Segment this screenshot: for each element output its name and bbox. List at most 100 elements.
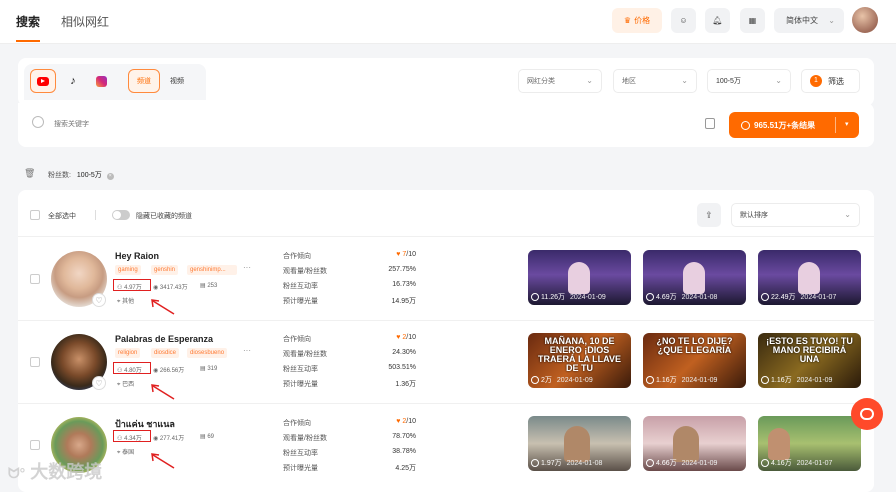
tab-similar-influencers[interactable]: 相似网红: [61, 13, 109, 30]
tag[interactable]: diosesbueno: [187, 348, 228, 358]
grid-icon: ▦: [748, 16, 757, 25]
save-search-icon[interactable]: [705, 118, 715, 129]
chat-icon: ☺: [679, 16, 688, 25]
video-meta: 2万 2024-01-09: [531, 375, 593, 385]
region-select[interactable]: 地区 ⌄: [613, 69, 697, 93]
video-meta: 1.16万 2024-01-09: [761, 375, 832, 385]
caret-down-icon[interactable]: ▾: [845, 120, 849, 128]
video-type-button[interactable]: 视频: [166, 69, 188, 93]
hide-collected-toggle[interactable]: [112, 210, 130, 220]
bell-icon: 🔔︎: [712, 16, 723, 25]
divider: [18, 236, 874, 237]
results-count-label: 965.51万+条结果: [754, 120, 816, 130]
instagram-platform-button[interactable]: [90, 69, 112, 93]
price-button[interactable]: ♛ 价格: [612, 8, 662, 33]
top-bar: 搜索 相似网红 ♛ 价格 ☺ 🔔︎ ▦ 简体中文 ⌄: [0, 0, 896, 44]
dropdown-divider: [835, 117, 836, 133]
chip-value: 100-5万: [76, 172, 102, 179]
tiktok-platform-button[interactable]: ♪: [62, 69, 84, 93]
video-title: ¡ESTO ES TUYO! TU MANO RECIBIRÁ UNA: [766, 336, 853, 364]
category-select[interactable]: 网红分类 ⌄: [518, 69, 602, 93]
influencer-name[interactable]: Hey Raion: [115, 251, 159, 261]
export-button[interactable]: ⇪: [697, 203, 721, 227]
search-icon: [741, 120, 750, 130]
video-thumbnail[interactable]: 11.26万 2024-01-09: [528, 250, 631, 305]
video-thumbnail[interactable]: 1.97万 2024-01-08: [528, 416, 631, 471]
tag[interactable]: genshinimp...: [187, 265, 237, 275]
language-select[interactable]: 简体中文 ⌄: [774, 8, 844, 33]
active-filter-chip: 粉丝数: 100-5万 ×: [48, 170, 114, 180]
views-value: 3417.43万: [159, 285, 188, 291]
play-icon: [761, 376, 769, 384]
heart-icon[interactable]: ♡: [92, 293, 106, 307]
export-icon: ⇪: [705, 209, 713, 220]
followers-value: 100-5万: [716, 78, 741, 85]
tag[interactable]: gaming: [115, 265, 141, 275]
crown-icon: ♛: [623, 16, 632, 25]
remove-chip-icon[interactable]: ×: [106, 173, 114, 180]
row-checkbox[interactable]: [30, 440, 40, 450]
engagement-label: 粉丝互动率: [283, 366, 318, 373]
tag[interactable]: diosdice: [151, 348, 180, 358]
eye-icon: ◉: [153, 368, 159, 374]
videos-value: 253: [207, 283, 218, 289]
tab-search[interactable]: 搜索: [16, 13, 40, 30]
chevron-down-icon: ⌄: [681, 76, 688, 85]
select-all-checkbox[interactable]: [30, 210, 40, 220]
sort-select[interactable]: 默认排序 ⌄: [731, 203, 860, 227]
play-icon: [646, 376, 654, 384]
search-input[interactable]: [54, 116, 654, 132]
notification-button[interactable]: 🔔︎: [705, 8, 730, 33]
video-meta: 1.16万 2024-01-09: [646, 375, 717, 385]
video-thumbnail[interactable]: 4.69万 2024-01-08: [643, 250, 746, 305]
apps-button[interactable]: ▦: [740, 8, 765, 33]
message-button[interactable]: ☺: [671, 8, 696, 33]
ratio-label: 观看量/粉丝数: [283, 435, 327, 442]
tag[interactable]: religion: [115, 348, 141, 358]
region-stat: ⌖ 巴西: [117, 379, 134, 389]
tag[interactable]: genshin: [151, 265, 179, 275]
support-chat-button[interactable]: [851, 398, 883, 430]
views-stat: ◉ 277.41万: [153, 433, 184, 442]
search-results-button[interactable]: 965.51万+条结果 ▾: [729, 112, 859, 138]
chevron-down-icon: ⌄: [844, 210, 851, 219]
video-icon: ▤: [200, 434, 206, 440]
videos-stat: ▤ 69: [200, 433, 214, 440]
more-tags-icon[interactable]: ···: [243, 263, 251, 272]
engagement-label: 粉丝互动率: [283, 283, 318, 290]
coop-label: 合作倾向: [283, 420, 311, 427]
video-thumbnail[interactable]: 4.16万 2024-01-07: [758, 416, 861, 471]
views-value: 277.41万: [159, 436, 185, 442]
video-thumbnail[interactable]: 22.49万 2024-01-07: [758, 250, 861, 305]
followers-select[interactable]: 100-5万 ⌄: [707, 69, 791, 93]
influencer-name[interactable]: Palabras de Esperanza: [115, 334, 213, 344]
ratio-label: 观看量/粉丝数: [283, 351, 327, 358]
chevron-down-icon: ⌄: [586, 76, 593, 85]
filter-button[interactable]: 1 筛选: [801, 69, 860, 93]
video-thumbnail[interactable]: ¡ESTO ES TUYO! TU MANO RECIBIRÁ UNA 1.16…: [758, 333, 861, 388]
heart-icon[interactable]: ♡: [92, 376, 106, 390]
exposure-label: 预计曝光量: [283, 298, 318, 305]
video-meta: 4.69万 2024-01-08: [646, 292, 717, 302]
video-icon: ▤: [200, 366, 206, 372]
platform-selector: ♪ 频道 视频: [24, 64, 206, 100]
influencer-name[interactable]: ป้าแค่น ชาแนล: [115, 417, 175, 431]
chevron-down-icon: ⌄: [828, 16, 835, 25]
video-thumbnail[interactable]: 4.66万 2024-01-09: [643, 416, 746, 471]
video-thumbnail[interactable]: MAÑANA, 10 DE ENERO ¡DIOS TRAERÁ LA LLAV…: [528, 333, 631, 388]
language-label: 简体中文: [786, 16, 818, 25]
ratio-value: 24.30%: [392, 349, 416, 356]
row-checkbox[interactable]: [30, 274, 40, 284]
eye-icon: ◉: [153, 285, 159, 291]
video-title: MAÑANA, 10 DE ENERO ¡DIOS TRAERÁ LA LLAV…: [538, 336, 621, 373]
more-tags-icon[interactable]: ···: [243, 346, 251, 355]
person-image: [683, 262, 705, 294]
youtube-platform-button[interactable]: [30, 69, 56, 93]
channel-type-button[interactable]: 频道: [128, 69, 160, 93]
user-avatar[interactable]: [852, 7, 878, 33]
watermark-text: 大数跨境: [30, 462, 103, 482]
row-checkbox[interactable]: [30, 357, 40, 367]
play-icon: [646, 293, 654, 301]
clear-filters-icon[interactable]: 🗑︎: [24, 168, 35, 179]
video-thumbnail[interactable]: ¿NO TE LO DIJE? ¿QUE LLEGARÍA 1.16万 2024-…: [643, 333, 746, 388]
